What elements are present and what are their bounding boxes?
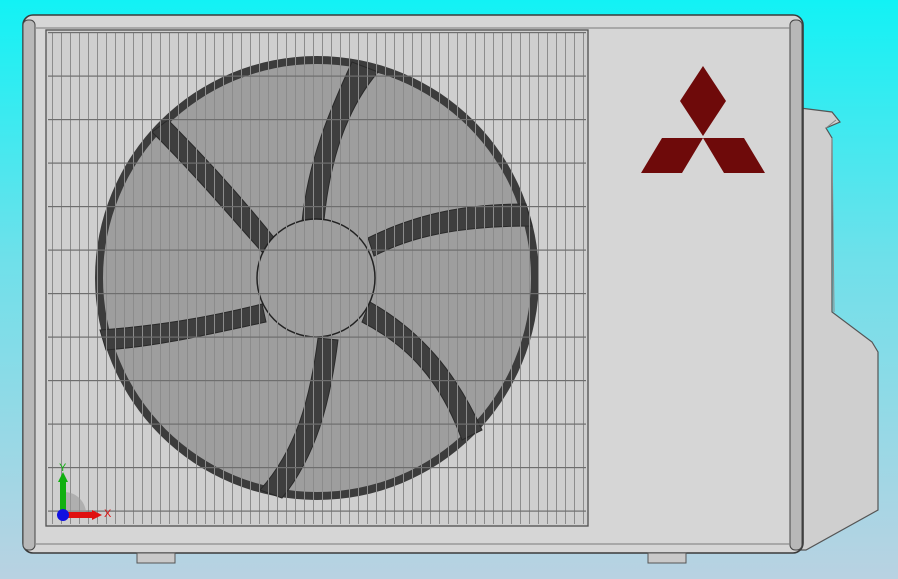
foot-right <box>647 552 687 564</box>
side-panel <box>799 107 879 551</box>
y-axis-label: Y <box>59 462 67 474</box>
outdoor-unit-model: Y X <box>22 14 879 564</box>
x-axis-label: X <box>104 508 112 520</box>
cad-viewport[interactable]: Y X <box>0 0 898 579</box>
foot-left <box>136 552 176 564</box>
fan-assembly <box>48 32 586 524</box>
